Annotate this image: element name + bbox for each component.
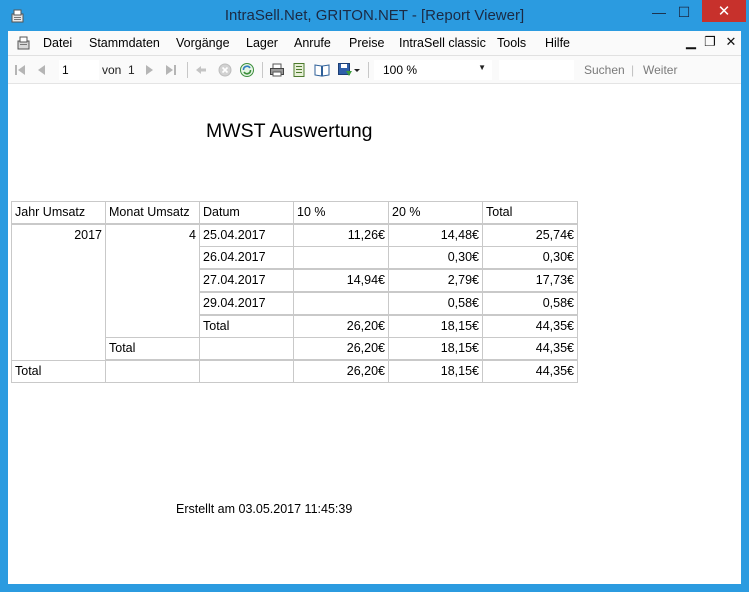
value-20pct-cell: 0,30€: [388, 246, 483, 269]
menu-hilfe[interactable]: Hilfe: [545, 36, 570, 50]
mdi-restore-icon[interactable]: ❐: [702, 34, 718, 50]
menu-tools[interactable]: Tools: [497, 36, 526, 50]
maximize-icon: ☐: [677, 3, 691, 20]
print-layout-icon[interactable]: [291, 62, 307, 78]
page-number-input[interactable]: [59, 60, 99, 80]
header-total: Total: [482, 201, 578, 224]
zoom-select[interactable]: 100 % ▼: [374, 60, 492, 80]
find-next-button[interactable]: Weiter: [643, 63, 677, 77]
header-20pct: 20 %: [388, 201, 483, 224]
page-of-label: von: [102, 63, 122, 77]
minimize-icon: —: [652, 4, 666, 20]
value-total-cell: 0,58€: [482, 292, 578, 315]
find-separator: |: [631, 63, 635, 77]
value-20pct-cell: 2,79€: [388, 269, 483, 292]
header-year: Jahr Umsatz: [11, 201, 106, 224]
value-20pct-cell: 0,58€: [388, 292, 483, 315]
year-total-10pct: 26,20€: [293, 337, 389, 360]
grand-total-label: Total: [11, 360, 106, 383]
close-button[interactable]: ✕: [702, 0, 746, 22]
month-cell: 4: [105, 224, 200, 338]
grand-total-20pct: 18,15€: [388, 360, 483, 383]
refresh-icon[interactable]: [239, 62, 255, 78]
empty-cell: [199, 360, 294, 383]
stop-icon[interactable]: [217, 62, 233, 78]
menu-preise[interactable]: Preise: [349, 36, 384, 50]
report-footer: Erstellt am 03.05.2017 11:45:39: [176, 502, 353, 516]
chevron-down-icon: ▼: [478, 63, 486, 72]
export-dropdown-icon[interactable]: [353, 62, 361, 78]
year-total-label: Total: [105, 337, 200, 360]
maximize-button[interactable]: ☐: [667, 0, 701, 24]
report-page: MWST Auswertung Jahr Umsatz Monat Umsatz…: [8, 84, 741, 584]
toolbar-separator: [262, 62, 263, 78]
total-pages: 1: [128, 63, 135, 77]
value-10pct-cell: [293, 246, 389, 269]
report-toolbar: von 1 100 % ▼ Suchen | Weiter: [8, 56, 741, 84]
page-setup-icon[interactable]: [314, 62, 330, 78]
mdi-close-icon[interactable]: ✕: [723, 34, 739, 50]
month-total-10pct: 26,20€: [293, 315, 389, 338]
date-cell: 27.04.2017: [199, 269, 294, 292]
menu-intrasell-classic[interactable]: IntraSell classic: [399, 36, 486, 50]
menu-bar: Datei Stammdaten Vorgänge Lager Anrufe P…: [8, 31, 741, 56]
close-icon: ✕: [717, 3, 731, 20]
month-total-label: Total: [199, 315, 294, 338]
zoom-value: 100 %: [383, 63, 418, 77]
find-button[interactable]: Suchen: [584, 63, 625, 77]
previous-page-icon[interactable]: [34, 62, 50, 78]
mdi-child-icon[interactable]: [16, 35, 32, 51]
value-10pct-cell: 14,94€: [293, 269, 389, 292]
menu-lager[interactable]: Lager: [246, 36, 278, 50]
header-date: Datum: [199, 201, 294, 224]
search-input[interactable]: [499, 60, 574, 80]
value-20pct-cell: 14,48€: [388, 224, 483, 247]
year-total-20pct: 18,15€: [388, 337, 483, 360]
first-page-icon[interactable]: [12, 62, 28, 78]
empty-cell: [199, 337, 294, 360]
month-total-20pct: 18,15€: [388, 315, 483, 338]
value-total-cell: 25,74€: [482, 224, 578, 247]
empty-cell: [105, 360, 200, 383]
grand-total-10pct: 26,20€: [293, 360, 389, 383]
print-icon[interactable]: [269, 62, 285, 78]
header-month: Monat Umsatz: [105, 201, 200, 224]
next-page-icon[interactable]: [141, 62, 157, 78]
last-page-icon[interactable]: [163, 62, 179, 78]
value-total-cell: 0,30€: [482, 246, 578, 269]
value-10pct-cell: 11,26€: [293, 224, 389, 247]
toolbar-separator: [187, 62, 188, 78]
grand-total-sum: 44,35€: [482, 360, 578, 383]
menu-anrufe[interactable]: Anrufe: [294, 36, 331, 50]
date-cell: 25.04.2017: [199, 224, 294, 247]
menu-datei[interactable]: Datei: [43, 36, 72, 50]
month-total-sum: 44,35€: [482, 315, 578, 338]
back-icon[interactable]: [193, 62, 209, 78]
value-total-cell: 17,73€: [482, 269, 578, 292]
header-10pct: 10 %: [293, 201, 389, 224]
date-cell: 29.04.2017: [199, 292, 294, 315]
title-bar[interactable]: IntraSell.Net, GRITON.NET - [Report View…: [0, 0, 749, 31]
value-10pct-cell: [293, 292, 389, 315]
report-title: MWST Auswertung: [206, 120, 373, 142]
app-window: IntraSell.Net, GRITON.NET - [Report View…: [0, 0, 749, 592]
toolbar-separator: [368, 62, 369, 78]
date-cell: 26.04.2017: [199, 246, 294, 269]
mdi-minimize-icon[interactable]: ▁: [683, 34, 699, 50]
export-icon[interactable]: [337, 62, 353, 78]
menu-vorgaenge[interactable]: Vorgänge: [176, 36, 230, 50]
menu-stammdaten[interactable]: Stammdaten: [89, 36, 160, 50]
window-title: IntraSell.Net, GRITON.NET - [Report View…: [224, 7, 525, 24]
year-total-sum: 44,35€: [482, 337, 578, 360]
